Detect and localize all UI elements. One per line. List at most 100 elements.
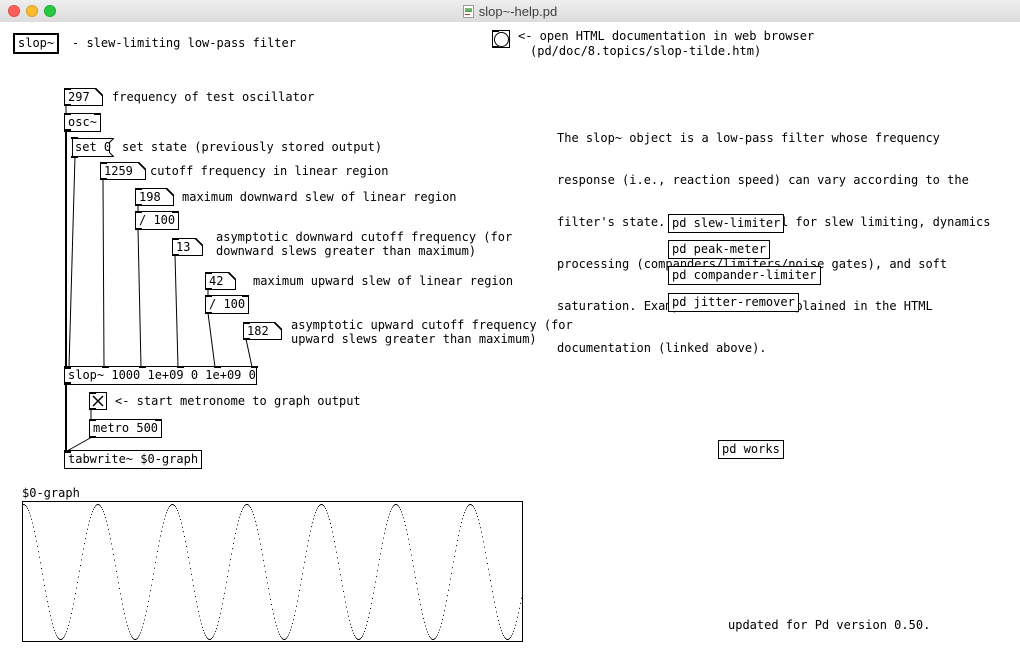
divide-label: / 100 xyxy=(139,213,175,227)
inlet-pin-right xyxy=(242,295,249,297)
tagline-comment: - slew-limiting low-pass filter xyxy=(72,36,296,50)
outlet-pin xyxy=(205,288,212,290)
inlet-pin-3 xyxy=(139,366,146,368)
inlet-pin-4 xyxy=(177,366,184,368)
description-line: The slop~ object is a low-pass filter wh… xyxy=(557,131,990,145)
cutoff-comment: cutoff frequency in linear region xyxy=(150,164,388,178)
inlet-pin xyxy=(71,137,78,139)
osc-object[interactable]: osc~ xyxy=(64,113,101,132)
version-footer-comment: updated for Pd version 0.50. xyxy=(728,618,930,632)
divide-100-down-object[interactable]: / 100 xyxy=(135,211,179,230)
tabwrite-object[interactable]: tabwrite~ $0-graph xyxy=(64,450,202,469)
outlet-pin xyxy=(89,408,96,410)
description-line: documentation (linked above). xyxy=(557,341,990,355)
subpatch-slew-limiter[interactable]: pd slew-limiter xyxy=(668,214,784,233)
down-slew-value: 198 xyxy=(139,190,161,204)
subpatch-label: pd works xyxy=(722,442,780,456)
divide-label: / 100 xyxy=(209,297,245,311)
inlet-pin xyxy=(64,113,71,115)
signal-inlet-pin xyxy=(64,366,71,369)
tabwrite-label: tabwrite~ $0-graph xyxy=(68,452,198,466)
outlet-pin xyxy=(89,436,96,438)
outlet-pin xyxy=(71,156,78,158)
down-slew-number-box[interactable]: 198 xyxy=(135,188,174,206)
cutoff-number-box[interactable]: 1259 xyxy=(100,162,146,180)
up-asym-comment-line1: asymptotic upward cutoff frequency (for xyxy=(291,318,573,332)
down-asym-comment-line1: asymptotic downward cutoff frequency (fo… xyxy=(216,230,512,244)
inlet-pin xyxy=(205,272,212,274)
outlet-pin xyxy=(205,312,212,314)
description-paragraph: The slop~ object is a low-pass filter wh… xyxy=(557,103,990,383)
description-line: response (i.e., reaction speed) can vary… xyxy=(557,173,990,187)
frequency-value: 297 xyxy=(68,90,90,104)
doc-comment-line2: (pd/doc/8.topics/slop-tilde.htm) xyxy=(530,44,761,58)
subpatch-compander-limiter[interactable]: pd compander-limiter xyxy=(668,266,821,285)
slop-args-label: slop~ 1000 1e+09 0 1e+09 0 xyxy=(68,368,256,382)
subpatch-jitter-remover[interactable]: pd jitter-remover xyxy=(668,293,799,312)
subpatch-label: pd peak-meter xyxy=(672,242,766,256)
inlet-pin xyxy=(135,211,142,213)
graph-array-label: $0-graph xyxy=(22,486,80,500)
down-asym-value: 13 xyxy=(176,240,190,254)
window-title: slop~-help.pd xyxy=(479,4,557,19)
up-slew-comment: maximum upward slew of linear region xyxy=(253,274,513,288)
inlet-pin xyxy=(89,392,96,394)
inlet-pin xyxy=(100,162,107,164)
outlet-pin xyxy=(135,228,142,230)
slop-title-label: slop~ xyxy=(18,36,54,50)
outlet-pin xyxy=(135,204,142,206)
signal-outlet-pin xyxy=(64,382,71,385)
down-asym-number-box[interactable]: 13 xyxy=(172,238,203,256)
inlet-pin xyxy=(135,188,142,190)
set-state-comment: set state (previously stored output) xyxy=(122,140,382,154)
inlet-pin-right xyxy=(94,113,101,115)
down-slew-comment: maximum downward slew of linear region xyxy=(182,190,457,204)
inlet-pin xyxy=(205,295,212,297)
divide-100-up-object[interactable]: / 100 xyxy=(205,295,249,314)
doc-comment-line1: <- open HTML documentation in web browse… xyxy=(518,29,814,43)
signal-outlet-pin xyxy=(64,129,71,132)
down-asym-comment-line2: downward slews greater than maximum) xyxy=(216,244,476,258)
osc-label: osc~ xyxy=(68,115,97,129)
open-docs-bang[interactable] xyxy=(492,30,510,48)
outlet-pin xyxy=(64,104,71,106)
bang-circle-icon xyxy=(494,32,509,47)
inlet-pin xyxy=(89,419,96,421)
metro-toggle[interactable] xyxy=(89,392,107,410)
subpatch-label: pd jitter-remover xyxy=(672,295,795,309)
subpatch-works[interactable]: pd works xyxy=(718,440,784,459)
patch-file-icon xyxy=(463,5,474,18)
subpatch-label: pd slew-limiter xyxy=(672,216,780,230)
up-asym-number-box[interactable]: 182 xyxy=(243,322,282,340)
up-slew-value: 42 xyxy=(209,274,223,288)
inlet-pin-right xyxy=(172,211,179,213)
inlet-pin xyxy=(172,238,179,240)
inlet-pin xyxy=(64,88,71,90)
inlet-pin xyxy=(243,322,250,324)
set-state-message[interactable]: set 0 xyxy=(72,138,114,157)
metro-label: metro 500 xyxy=(93,421,158,435)
slop-title-object[interactable]: slop~ xyxy=(13,33,59,54)
metro-object[interactable]: metro 500 xyxy=(89,419,162,438)
up-asym-comment-line2: upward slews greater than maximum) xyxy=(291,332,537,346)
outlet-pin xyxy=(100,178,107,180)
patch-canvas: slop~ - slew-limiting low-pass filter <-… xyxy=(0,22,1020,664)
set-message-label: set 0 xyxy=(72,140,111,154)
subpatch-label: pd compander-limiter xyxy=(672,268,817,282)
inlet-pin-right xyxy=(155,419,162,421)
inlet-pin-5 xyxy=(214,366,221,368)
signal-inlet-pin xyxy=(64,450,71,453)
outlet-pin xyxy=(172,254,179,256)
output-graph xyxy=(22,501,523,642)
subpatch-peak-meter[interactable]: pd peak-meter xyxy=(668,240,770,259)
up-slew-number-box[interactable]: 42 xyxy=(205,272,236,290)
outlet-pin xyxy=(243,338,250,340)
inlet-pin-6 xyxy=(251,366,258,368)
up-asym-value: 182 xyxy=(247,324,269,338)
window-titlebar: slop~-help.pd xyxy=(0,0,1020,23)
frequency-number-box[interactable]: 297 xyxy=(64,88,103,106)
metro-comment: <- start metronome to graph output xyxy=(115,394,361,408)
slop-object[interactable]: slop~ 1000 1e+09 0 1e+09 0 xyxy=(64,366,257,385)
toggle-x-icon xyxy=(90,393,106,409)
sine-wave-plot xyxy=(23,502,522,641)
